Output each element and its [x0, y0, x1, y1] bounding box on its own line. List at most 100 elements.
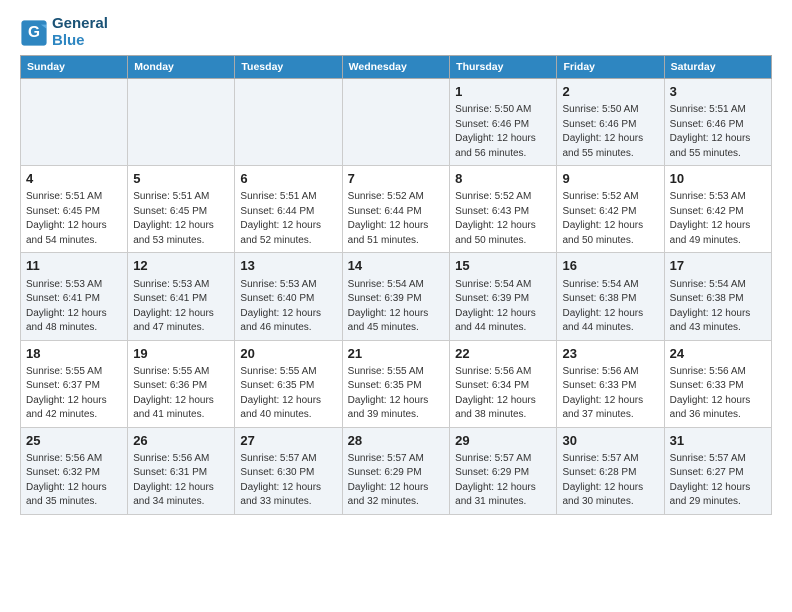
logo-text-line2: Blue	[52, 33, 108, 50]
day-header-wednesday: Wednesday	[342, 56, 449, 79]
day-number: 14	[348, 257, 444, 275]
calendar-cell: 1Sunrise: 5:50 AMSunset: 6:46 PMDaylight…	[450, 79, 557, 166]
day-number: 7	[348, 170, 444, 188]
day-number: 16	[562, 257, 658, 275]
calendar-week-row: 1 Sunrise: 5:50 AMSunset: 6:46 PMDaylight…	[21, 79, 772, 166]
calendar-cell: 5 Sunrise: 5:51 AMSunset: 6:45 PMDaylight…	[128, 166, 235, 253]
day-info: Sunrise: 5:56 AMSunset: 6:33 PMDaylight:…	[670, 365, 766, 423]
day-number: 22	[455, 345, 551, 363]
day-info: Sunrise: 5:57 AMSunset: 6:29 PMDaylight:…	[455, 452, 551, 510]
day-header-tuesday: Tuesday	[235, 56, 342, 79]
day-number: 15	[455, 257, 551, 275]
calendar-cell: 18Sunrise: 5:55 AMSunset: 6:37 PMDayligh…	[21, 340, 128, 427]
day-info: Sunrise: 5:55 AMSunset: 6:37 PMDaylight:…	[26, 365, 122, 423]
calendar-cell: 31Sunrise: 5:57 AMSunset: 6:27 PMDayligh…	[664, 427, 771, 514]
day-info: Sunrise: 5:57 AMSunset: 6:30 PMDaylight:…	[240, 452, 336, 510]
day-number: 28	[348, 432, 444, 450]
day-number: 20	[240, 345, 336, 363]
day-header-friday: Friday	[557, 56, 664, 79]
calendar-cell: 4Sunrise: 5:51 AMSunset: 6:45 PMDaylight…	[21, 166, 128, 253]
day-info: Sunrise: 5:52 AMSunset: 6:42 PMDaylight:…	[562, 190, 658, 248]
day-info: Sunrise: 5:55 AMSunset: 6:35 PMDaylight:…	[240, 365, 336, 423]
calendar-cell: 9 Sunrise: 5:52 AMSunset: 6:42 PMDaylight…	[557, 166, 664, 253]
day-number: 30	[562, 432, 658, 450]
day-info: Sunrise: 5:53 AMSunset: 6:41 PMDaylight:…	[26, 278, 122, 336]
day-number: 24	[670, 345, 766, 363]
day-info: Sunrise: 5:57 AMSunset: 6:29 PMDaylight:…	[348, 452, 444, 510]
day-info: Sunrise: 5:53 AMSunset: 6:41 PMDaylight:…	[133, 278, 229, 336]
svg-text:G: G	[28, 24, 40, 41]
day-number: 23	[562, 345, 658, 363]
day-number: 19	[133, 345, 229, 363]
day-info: Sunrise: 5:53 AMSunset: 6:40 PMDaylight:…	[240, 278, 336, 336]
calendar-cell: 30 Sunrise: 5:57 AMSunset: 6:28 PMDayligh…	[557, 427, 664, 514]
day-info: Sunrise: 5:50 AMSunset: 6:46 PMDaylight:…	[562, 103, 658, 161]
calendar-cell: 19 Sunrise: 5:55 AMSunset: 6:36 PMDayligh…	[128, 340, 235, 427]
day-info: Sunrise: 5:54 AMSunset: 6:39 PMDaylight:…	[348, 278, 444, 336]
day-info: Sunrise: 5:56 AMSunset: 6:34 PMDaylight:…	[455, 365, 551, 423]
calendar-cell: 21Sunrise: 5:55 AMSunset: 6:35 PMDayligh…	[342, 340, 449, 427]
calendar-cell: 17 Sunrise: 5:54 AMSunset: 6:38 PMDayligh…	[664, 253, 771, 340]
calendar-cell: 6 Sunrise: 5:51 AMSunset: 6:44 PMDaylight…	[235, 166, 342, 253]
logo-text-line1: General	[52, 16, 108, 33]
calendar-cell: 11 Sunrise: 5:53 AMSunset: 6:41 PMDayligh…	[21, 253, 128, 340]
day-info: Sunrise: 5:54 AMSunset: 6:38 PMDaylight:…	[670, 278, 766, 336]
day-info: Sunrise: 5:56 AMSunset: 6:32 PMDaylight:…	[26, 452, 122, 510]
day-number: 25	[26, 432, 122, 450]
calendar-cell	[235, 79, 342, 166]
calendar-week-row: 11 Sunrise: 5:53 AMSunset: 6:41 PMDayligh…	[21, 253, 772, 340]
day-info: Sunrise: 5:54 AMSunset: 6:39 PMDaylight:…	[455, 278, 551, 336]
calendar-cell: 15 Sunrise: 5:54 AMSunset: 6:39 PMDayligh…	[450, 253, 557, 340]
calendar-cell: 20 Sunrise: 5:55 AMSunset: 6:35 PMDayligh…	[235, 340, 342, 427]
day-number: 17	[670, 257, 766, 275]
day-number: 3	[670, 83, 766, 101]
calendar-cell	[128, 79, 235, 166]
day-header-saturday: Saturday	[664, 56, 771, 79]
day-info: Sunrise: 5:57 AMSunset: 6:28 PMDaylight:…	[562, 452, 658, 510]
calendar-cell: 2Sunrise: 5:50 AMSunset: 6:46 PMDaylight…	[557, 79, 664, 166]
day-number: 9	[562, 170, 658, 188]
day-info: Sunrise: 5:52 AMSunset: 6:44 PMDaylight:…	[348, 190, 444, 248]
day-info: Sunrise: 5:55 AMSunset: 6:36 PMDaylight:…	[133, 365, 229, 423]
day-info: Sunrise: 5:53 AMSunset: 6:42 PMDaylight:…	[670, 190, 766, 248]
calendar-cell: 10Sunrise: 5:53 AMSunset: 6:42 PMDayligh…	[664, 166, 771, 253]
day-info: Sunrise: 5:51 AMSunset: 6:46 PMDaylight:…	[670, 103, 766, 161]
day-number: 5	[133, 170, 229, 188]
calendar-cell: 29 Sunrise: 5:57 AMSunset: 6:29 PMDayligh…	[450, 427, 557, 514]
logo-icon: G	[20, 19, 48, 47]
day-number: 6	[240, 170, 336, 188]
calendar-cell	[342, 79, 449, 166]
day-number: 8	[455, 170, 551, 188]
day-info: Sunrise: 5:51 AMSunset: 6:45 PMDaylight:…	[133, 190, 229, 248]
day-number: 4	[26, 170, 122, 188]
day-number: 1	[455, 83, 551, 101]
calendar-cell: 26 Sunrise: 5:56 AMSunset: 6:31 PMDayligh…	[128, 427, 235, 514]
day-number: 26	[133, 432, 229, 450]
calendar-week-row: 4 Sunrise: 5:51 AMSunset: 6:45 PMDaylight…	[21, 166, 772, 253]
calendar-cell: 7 Sunrise: 5:52 AMSunset: 6:44 PMDaylight…	[342, 166, 449, 253]
day-number: 13	[240, 257, 336, 275]
day-header-sunday: Sunday	[21, 56, 128, 79]
calendar-cell: 3 Sunrise: 5:51 AMSunset: 6:46 PMDaylight…	[664, 79, 771, 166]
day-number: 11	[26, 257, 122, 275]
day-info: Sunrise: 5:56 AMSunset: 6:31 PMDaylight:…	[133, 452, 229, 510]
calendar-cell: 28 Sunrise: 5:57 AMSunset: 6:29 PMDayligh…	[342, 427, 449, 514]
day-number: 29	[455, 432, 551, 450]
calendar-cell	[21, 79, 128, 166]
day-info: Sunrise: 5:51 AMSunset: 6:44 PMDaylight:…	[240, 190, 336, 248]
calendar-cell: 8Sunrise: 5:52 AMSunset: 6:43 PMDaylight…	[450, 166, 557, 253]
calendar-cell: 22 Sunrise: 5:56 AMSunset: 6:34 PMDayligh…	[450, 340, 557, 427]
calendar-week-row: 18Sunrise: 5:55 AMSunset: 6:37 PMDayligh…	[21, 340, 772, 427]
day-number: 21	[348, 345, 444, 363]
logo: G General Blue	[20, 16, 108, 49]
calendar-cell: 16 Sunrise: 5:54 AMSunset: 6:38 PMDayligh…	[557, 253, 664, 340]
calendar-cell: 23 Sunrise: 5:56 AMSunset: 6:33 PMDayligh…	[557, 340, 664, 427]
calendar-week-row: 25 Sunrise: 5:56 AMSunset: 6:32 PMDayligh…	[21, 427, 772, 514]
calendar-cell: 14 Sunrise: 5:54 AMSunset: 6:39 PMDayligh…	[342, 253, 449, 340]
day-info: Sunrise: 5:54 AMSunset: 6:38 PMDaylight:…	[562, 278, 658, 336]
day-header-monday: Monday	[128, 56, 235, 79]
calendar-cell: 13 Sunrise: 5:53 AMSunset: 6:40 PMDayligh…	[235, 253, 342, 340]
day-header-thursday: Thursday	[450, 56, 557, 79]
calendar-cell: 24 Sunrise: 5:56 AMSunset: 6:33 PMDayligh…	[664, 340, 771, 427]
day-info: Sunrise: 5:56 AMSunset: 6:33 PMDaylight:…	[562, 365, 658, 423]
